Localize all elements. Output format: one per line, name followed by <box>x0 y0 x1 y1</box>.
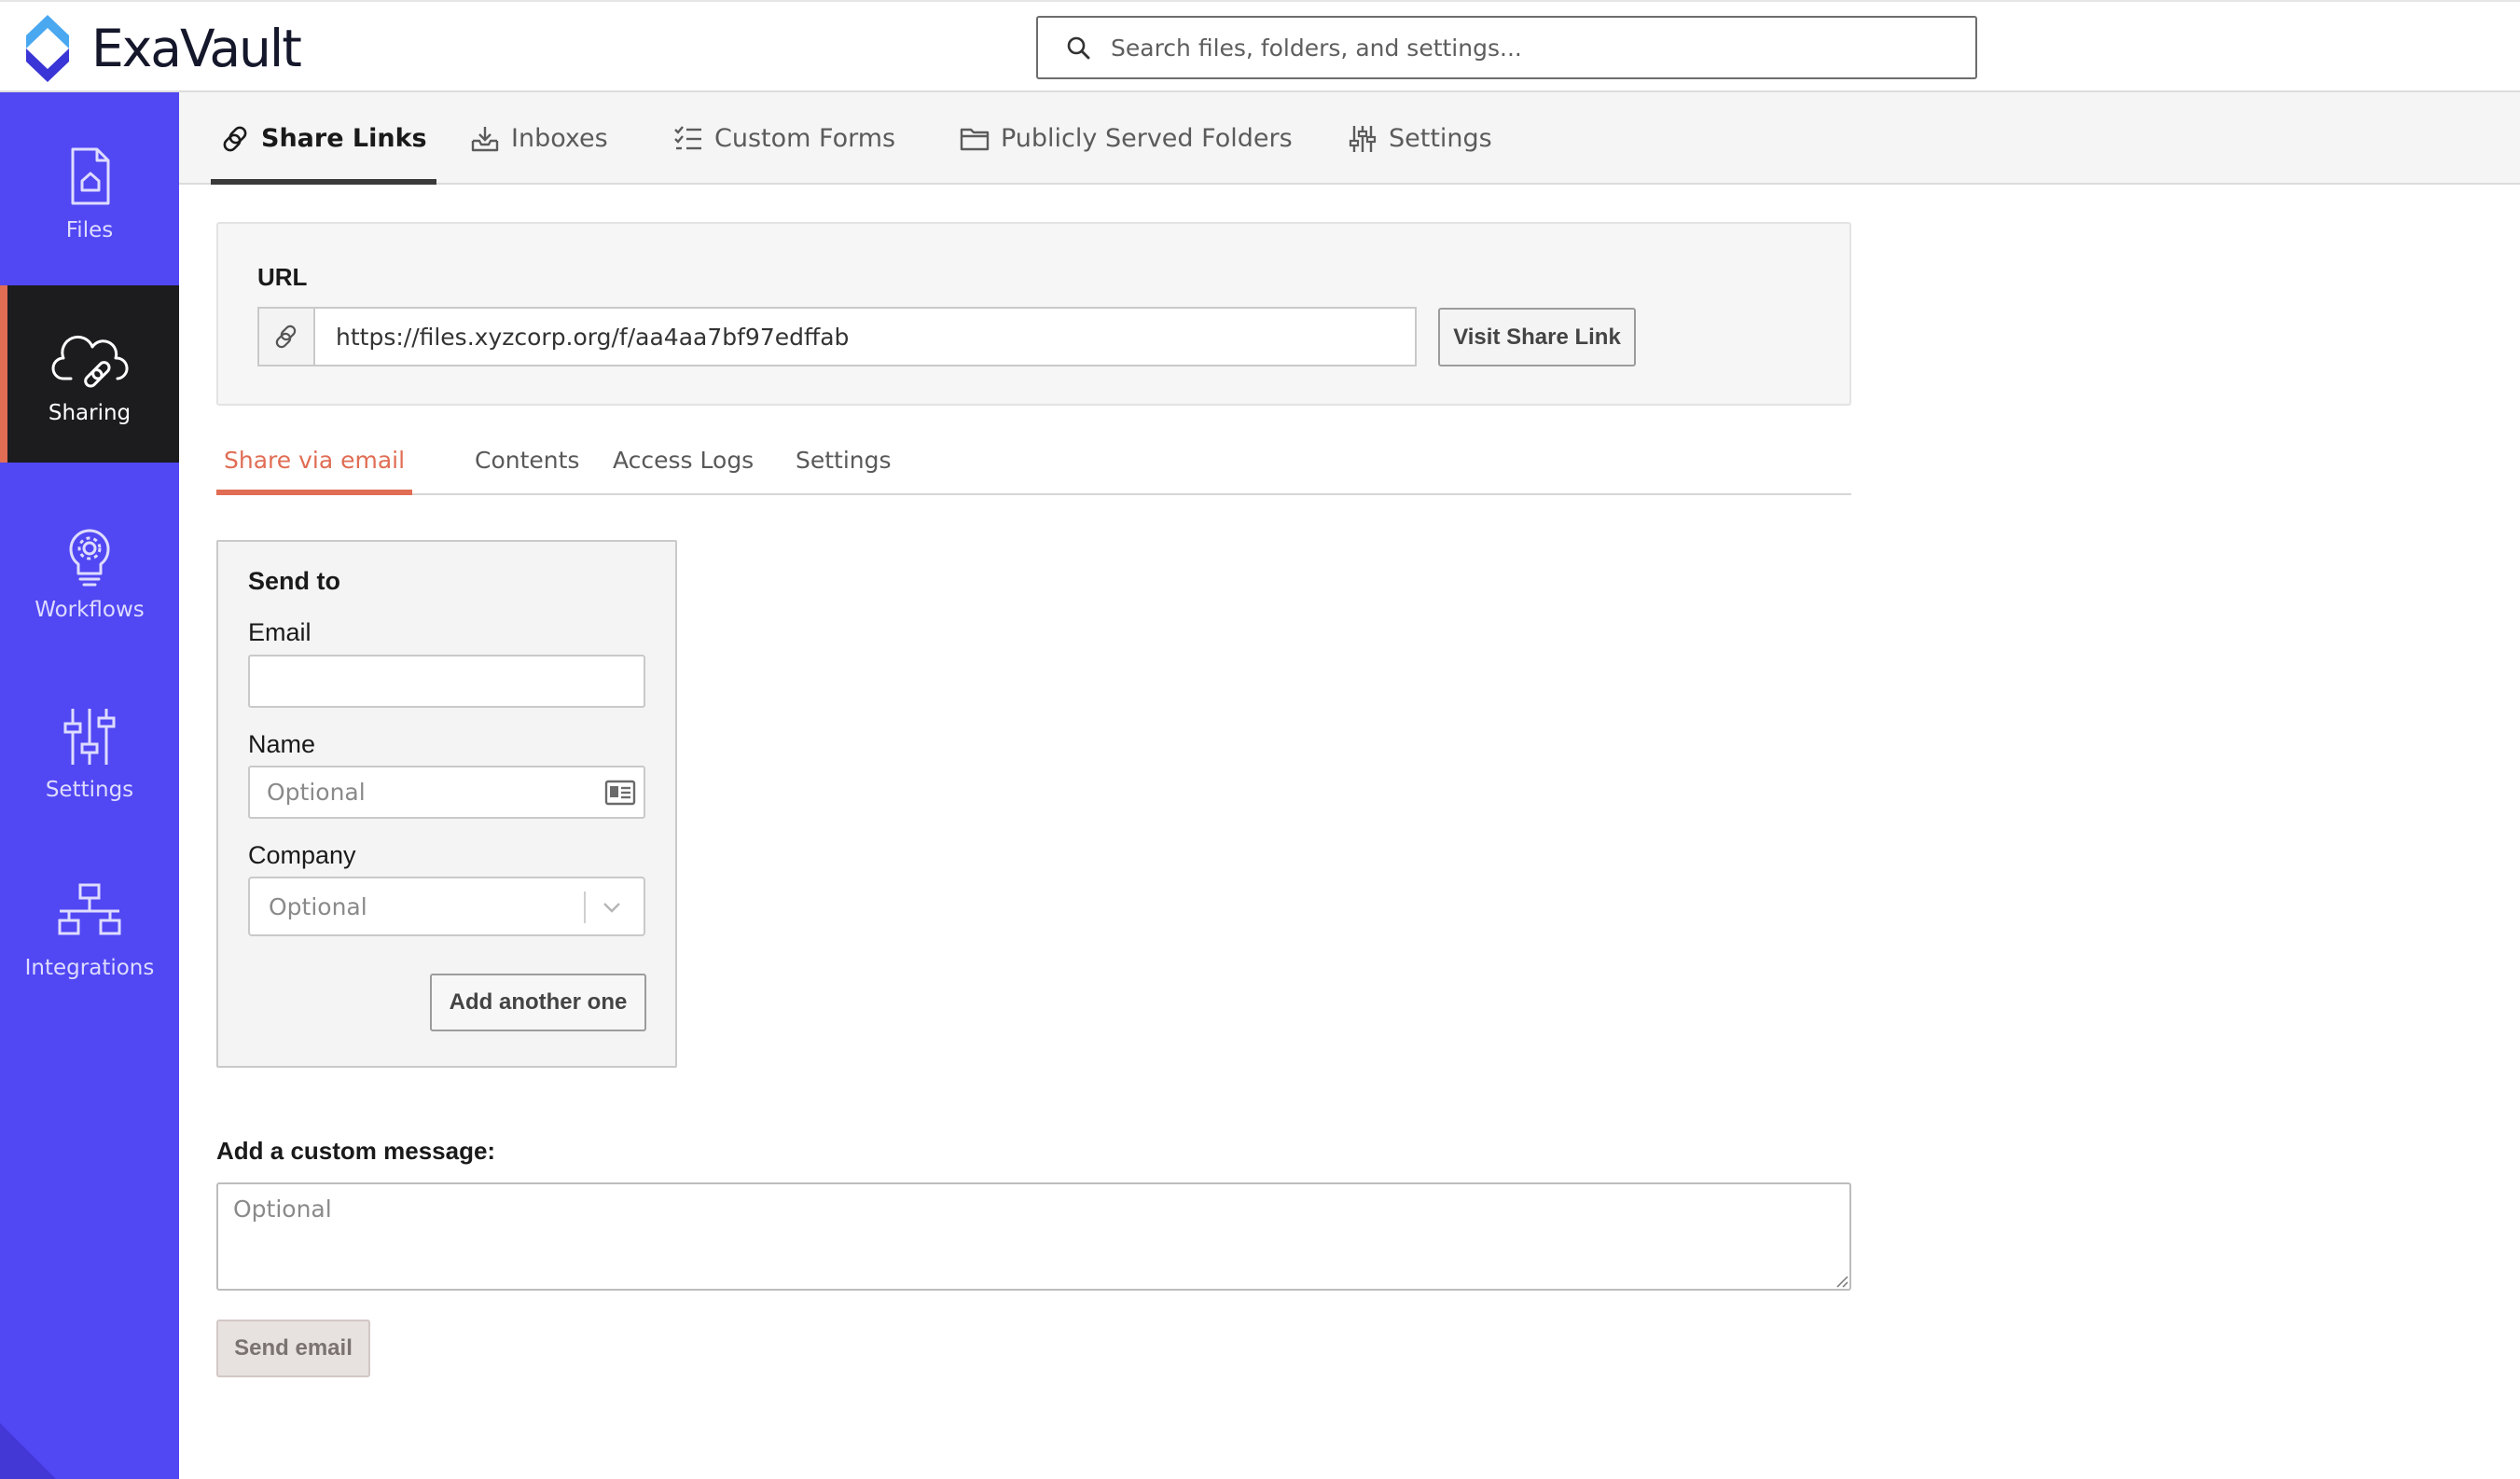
subtab-share-via-email[interactable]: Share via email <box>215 447 413 495</box>
app-name: ExaVault <box>91 19 302 78</box>
exavault-logo-icon <box>26 15 69 82</box>
sidebar-item-integrations[interactable]: Integrations <box>0 846 179 1025</box>
share-url-card: URL Visit Share Link <box>216 222 1851 406</box>
send-email-button[interactable]: Send email <box>216 1320 370 1377</box>
url-link-addon <box>259 309 315 365</box>
company-label: Company <box>248 841 356 869</box>
tab-settings[interactable]: Settings <box>1348 92 1492 185</box>
visit-share-link-button[interactable]: Visit Share Link <box>1438 308 1636 366</box>
folder-icon <box>960 128 990 150</box>
share-url-field <box>257 307 1417 366</box>
subtab-access-logs[interactable]: Access Logs <box>613 447 754 493</box>
subtab-settings[interactable]: Settings <box>796 447 892 493</box>
add-another-recipient-button[interactable]: Add another one <box>430 974 646 1031</box>
sidebar-item-label: Files <box>65 218 114 242</box>
send-to-card: Send to Email Name Company Optional Add … <box>216 540 677 1068</box>
exavault-logo[interactable]: ExaVault <box>19 13 302 84</box>
sidebar-item-label: Integrations <box>24 956 155 980</box>
sidebar-item-label: Settings <box>45 778 134 802</box>
link-icon <box>275 325 297 349</box>
cloud-link-icon <box>51 335 129 388</box>
tab-label: Publicly Served Folders <box>1001 124 1293 153</box>
tab-custom-forms[interactable]: Custom Forms <box>673 92 895 185</box>
link-icon <box>223 126 247 151</box>
sliders-icon <box>63 709 116 765</box>
sidebar-item-files[interactable]: Files <box>0 92 179 271</box>
top-tab-bar: Share Links Inboxes Custom Forms Publicl… <box>179 92 2520 185</box>
checklist-icon <box>674 125 701 149</box>
tab-publicly-served-folders[interactable]: Publicly Served Folders <box>960 92 1293 185</box>
tab-label: Custom Forms <box>714 124 896 153</box>
select-separator <box>584 892 586 923</box>
company-select[interactable]: Optional <box>248 877 645 936</box>
tab-label: Inboxes <box>511 124 608 153</box>
search-input[interactable] <box>1111 34 1950 62</box>
tab-share-links[interactable]: Share Links <box>211 92 436 185</box>
sidebar-corner-decoration <box>0 1423 56 1479</box>
sliders-icon <box>1349 125 1377 152</box>
custom-message-textarea[interactable] <box>216 1182 1851 1291</box>
lightbulb-gear-icon <box>69 529 110 587</box>
sidebar-item-label: Workflows <box>35 598 145 622</box>
search-icon <box>1067 36 1090 60</box>
share-sub-tabs: Share via email Contents Access Logs Set… <box>215 437 1851 495</box>
top-header: ExaVault <box>0 0 2520 92</box>
tab-inboxes[interactable]: Inboxes <box>470 92 608 185</box>
contact-card-icon[interactable] <box>604 779 636 807</box>
tab-label: Share Links <box>261 124 427 153</box>
name-label: Name <box>248 730 316 758</box>
send-to-title: Send to <box>248 567 340 595</box>
inbox-download-icon <box>471 126 499 151</box>
chevron-down-icon[interactable] <box>600 897 624 918</box>
sidebar-item-sharing[interactable]: Sharing <box>0 285 179 463</box>
email-field[interactable] <box>248 655 645 708</box>
email-label: Email <box>248 618 312 646</box>
resize-grip-icon[interactable] <box>1835 1275 1848 1288</box>
file-home-icon <box>71 147 110 205</box>
custom-message-label: Add a custom message: <box>216 1137 496 1165</box>
sidebar-item-settings[interactable]: Settings <box>0 666 179 845</box>
left-sidebar: Files Sharing Workflows Settings Integra… <box>0 92 179 1479</box>
main-content: Share Links Inboxes Custom Forms Publicl… <box>179 92 2520 1479</box>
subtab-contents[interactable]: Contents <box>475 447 579 493</box>
tab-label: Settings <box>1389 124 1492 153</box>
sidebar-item-label: Sharing <box>48 401 132 425</box>
url-label: URL <box>257 263 308 291</box>
global-search-box[interactable] <box>1036 16 1977 79</box>
company-select-value: Optional <box>269 893 367 920</box>
sidebar-item-workflows[interactable]: Workflows <box>0 484 179 663</box>
network-icon <box>58 883 121 935</box>
share-url-input[interactable] <box>315 309 1415 365</box>
name-field[interactable] <box>248 766 645 819</box>
